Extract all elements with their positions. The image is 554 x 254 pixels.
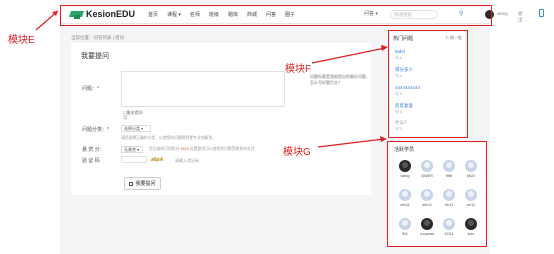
- module-f-outline: [388, 30, 468, 138]
- module-g-outline: [387, 141, 487, 247]
- question-hint: 问题标题是我能提出的最好问题，怎么写好题目文？: [310, 74, 370, 85]
- reward-note-post: 设置悬赏可以使您的问题受更多的关注: [189, 147, 255, 151]
- reward-label: 悬 赏 分：: [82, 147, 105, 153]
- annotation-label-e: 模块E: [8, 35, 35, 46]
- edit-icon: [129, 181, 134, 186]
- reward-note-pre: 您当前的可用积分: [149, 147, 180, 151]
- submit-label: 我要提问: [135, 181, 156, 187]
- submit-question-button[interactable]: 我要提问: [124, 177, 161, 190]
- reward-points: 4520: [180, 147, 189, 151]
- captcha-label: 验 证 码: [82, 158, 100, 164]
- captcha-image[interactable]: a6pA: [151, 157, 163, 163]
- anonymous-label-line2: 可: [123, 115, 127, 120]
- category-select[interactable]: 选择分类 ▾: [121, 125, 151, 132]
- anonymous-label: 匿名提问: [126, 110, 143, 115]
- question-textarea[interactable]: [121, 71, 285, 107]
- reward-select[interactable]: 无悬赏 ▾: [121, 146, 143, 153]
- annotation-label-f: 模块F: [285, 64, 312, 75]
- mobile-icon[interactable]: [539, 9, 544, 17]
- anonymous-checkbox[interactable]: ☐匿名提问 可: [123, 110, 143, 120]
- logout-link[interactable]: 退出: [518, 11, 523, 23]
- annotation-label-g: 模块G: [283, 147, 311, 158]
- captcha-hint: 请输入验证码: [175, 158, 199, 163]
- question-label: 问题：*: [82, 86, 99, 92]
- ask-question-form: 我要提问 问题：* 问题标题是我能提出的最好问题，怎么写好题目文？ ☐匿名提问 …: [71, 43, 371, 195]
- category-label: 问题分类：*: [82, 127, 109, 133]
- arrow-e-head: [52, 11, 58, 16]
- form-title: 我要提问: [81, 53, 109, 60]
- category-note: 请您选择正确的分类，以使您的问题得到更专业的解答。: [121, 136, 216, 140]
- arrow-e: [35, 10, 59, 31]
- module-e-outline: [60, 5, 492, 26]
- reward-note: 您当前的可用积分 4520 设置悬赏可以使您的问题受更多的关注: [149, 147, 255, 152]
- user-name[interactable]: wang: [497, 11, 508, 16]
- captcha-input[interactable]: [121, 156, 147, 163]
- breadcrumb: 当前位置：问答列表 | 提问: [71, 35, 125, 40]
